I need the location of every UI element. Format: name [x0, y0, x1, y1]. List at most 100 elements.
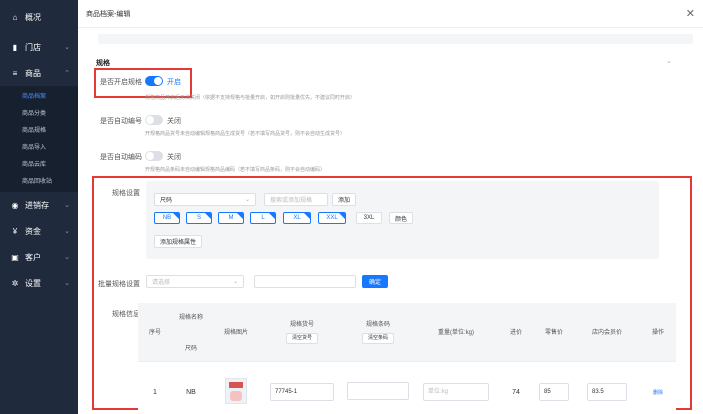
chevron-down-icon: ⌄: [64, 228, 70, 235]
auto-number-hint: 开规格商品货号未自动编辑规格商品生成货号（若不填写商品货号，则不会自动生成货号）: [145, 131, 346, 137]
col-image: 规格图片: [210, 303, 262, 362]
auto-barcode-status: 关闭: [167, 154, 181, 161]
sidebar-item-overview[interactable]: ⌂ 概况: [0, 0, 78, 34]
sidebar-item-label: 门店: [25, 42, 41, 52]
spec-search-input[interactable]: 搜索或添加规格: [264, 193, 328, 206]
size-tag-nb[interactable]: NB: [154, 212, 180, 224]
batch-spec-label: 批量规格设置: [98, 281, 140, 288]
spec-type-select[interactable]: 尺码 ⌄: [154, 193, 256, 206]
enable-spec-toggle[interactable]: [145, 76, 163, 86]
enable-spec-label: 是否开启规格: [100, 79, 142, 86]
chevron-down-icon: ⌄: [64, 254, 70, 261]
yuan-icon: ¥: [12, 226, 18, 236]
sidebar-subgroup-goods: 商品档案 商品分类 商品规格 商品导入 商品云库 商品回收站: [0, 86, 78, 192]
modal-title: 商品档案-编辑: [86, 10, 131, 18]
sidebar-subitem-goods-import[interactable]: 商品导入: [0, 138, 78, 155]
col-code-label: 规格货号: [289, 322, 314, 329]
product-image-thumbnail[interactable]: [225, 378, 247, 405]
col-weight: 重量(单位:kg): [414, 303, 498, 362]
sidebar-subitem-goods-recycle[interactable]: 商品回收站: [0, 172, 78, 189]
col-index: 序号: [138, 303, 172, 362]
row-weight-input[interactable]: 单位:kg: [423, 383, 489, 402]
close-icon[interactable]: ✕: [686, 7, 695, 20]
clear-code-button[interactable]: 清空货号: [285, 333, 318, 345]
row-barcode-input[interactable]: [347, 382, 409, 401]
auto-number-label: 是否自动编号: [100, 118, 142, 125]
col-barcode-label: 规格条码: [365, 322, 390, 329]
spec-info-label: 规格信息: [112, 311, 140, 318]
chevron-down-icon: ⌄: [64, 280, 70, 287]
row-delete-link[interactable]: 删除: [653, 390, 663, 396]
sidebar-item-label: 概况: [25, 12, 41, 22]
modal-header: 商品档案-编辑 ✕: [78, 0, 703, 28]
sidebar-item-funds[interactable]: ¥ 资金 ⌄: [0, 218, 78, 244]
sidebar-item-label: 商品: [25, 68, 41, 78]
enable-spec-hint: 规格商品开启后无法关闭（依据不支持规格与批量开启，如开启则批量优先，不建议同时开…: [145, 95, 356, 101]
sidebar-item-goods[interactable]: ≡ 商品 ⌃: [0, 60, 78, 86]
sidebar-subitem-goods-cloud[interactable]: 商品云库: [0, 155, 78, 172]
sidebar-item-store[interactable]: ▮ 门店 ⌄: [0, 34, 78, 60]
chevron-up-icon: ⌃: [64, 70, 70, 77]
col-spec-size-label: 尺码: [184, 345, 197, 352]
home-icon: ⌂: [12, 12, 18, 22]
sidebar-item-label: 客户: [25, 252, 41, 262]
size-tag-s[interactable]: S: [186, 212, 212, 224]
add-spec-attr-button[interactable]: 添加规格属性: [154, 235, 202, 248]
enable-spec-status: 开启: [167, 79, 181, 86]
batch-spec-select[interactable]: 请选择 ⌄: [146, 275, 244, 288]
sidebar-subitem-goods-spec[interactable]: 商品规格: [0, 121, 78, 138]
table-row: 1 NB 77745-1 单位:kg 74 85 83.5 删除: [138, 361, 676, 414]
col-op: 操作: [640, 303, 676, 362]
auto-barcode-hint: 开规格商品条码未自动编辑规格商品编码（若不填写商品条码，则不会自动编码）: [145, 167, 326, 173]
spec-info-table: 序号 规格名称 尺码 规格图片 规格货号 清空货号 规格条码 清空条码 重量(单…: [138, 303, 676, 414]
row-image[interactable]: [210, 361, 262, 414]
col-cost: 进价: [498, 303, 534, 362]
size-tag-m[interactable]: M: [218, 212, 244, 224]
row-member-input[interactable]: 83.5: [587, 383, 627, 402]
clear-barcode-button[interactable]: 清空条码: [361, 333, 394, 345]
section-title: 规格: [96, 60, 110, 67]
sidebar-subitem-goods-category[interactable]: 商品分类: [0, 104, 78, 121]
auto-barcode-toggle[interactable]: [145, 151, 163, 161]
row-cost[interactable]: 74: [498, 361, 534, 414]
batch-spec-input[interactable]: [254, 275, 356, 288]
list-icon: ≡: [12, 68, 18, 78]
size-tag-l[interactable]: L: [250, 212, 276, 224]
batch-spec-placeholder: 请选择: [152, 280, 171, 286]
chevron-down-icon: ⌄: [232, 279, 238, 285]
auto-barcode-label: 是否自动编码: [100, 154, 142, 161]
auto-number-toggle[interactable]: [145, 115, 163, 125]
chevron-down-icon: ⌄: [64, 44, 70, 51]
chevron-down-icon[interactable]: ⌄: [666, 57, 672, 65]
gear-icon: ✲: [11, 278, 19, 288]
batch-confirm-button[interactable]: 确定: [362, 275, 388, 288]
row-code-input[interactable]: 77745-1: [270, 383, 334, 402]
sidebar-item-inventory[interactable]: ◉ 进销存 ⌄: [0, 192, 78, 218]
spec-add-button[interactable]: 添加: [332, 193, 356, 206]
sidebar-item-label: 资金: [25, 226, 41, 236]
col-barcode: 规格条码 清空条码: [342, 303, 414, 362]
sidebar: ⌂ 概况 ▮ 门店 ⌄ ≡ 商品 ⌃ 商品档案 商品分类 商品规格 商品导入 商…: [0, 0, 78, 414]
inventory-icon: ◉: [11, 200, 19, 210]
size-tag-xxl[interactable]: XXL: [318, 212, 346, 224]
sidebar-subitem-goods-archive[interactable]: 商品档案: [0, 87, 78, 104]
spec-type-value: 尺码: [160, 198, 173, 204]
collapsed-section-bar: [98, 34, 693, 44]
col-spec-name: 规格名称 尺码: [172, 303, 210, 362]
col-retail: 零售价: [534, 303, 574, 362]
row-retail-input[interactable]: 85: [539, 383, 569, 402]
size-tag-color[interactable]: 颜色: [389, 212, 413, 224]
sidebar-item-customer[interactable]: ▣ 客户 ⌄: [0, 244, 78, 270]
sidebar-item-settings[interactable]: ✲ 设置 ⌄: [0, 270, 78, 296]
size-tag-xl[interactable]: XL: [283, 212, 311, 224]
spec-settings-panel: 尺码 ⌄ 搜索或添加规格 添加 NB S M L XL XXL 3XL 颜色 添…: [146, 181, 659, 259]
col-spec-name-label: 规格名称: [178, 314, 203, 321]
sidebar-item-label: 设置: [25, 278, 41, 288]
store-icon: ▮: [12, 42, 18, 52]
chevron-down-icon: ⌄: [64, 202, 70, 209]
col-member: 店内会员价: [574, 303, 640, 362]
row-index: 1: [138, 361, 172, 414]
size-tag-3xl[interactable]: 3XL: [356, 212, 382, 224]
auto-number-status: 关闭: [167, 118, 181, 125]
row-size: NB: [172, 361, 210, 414]
